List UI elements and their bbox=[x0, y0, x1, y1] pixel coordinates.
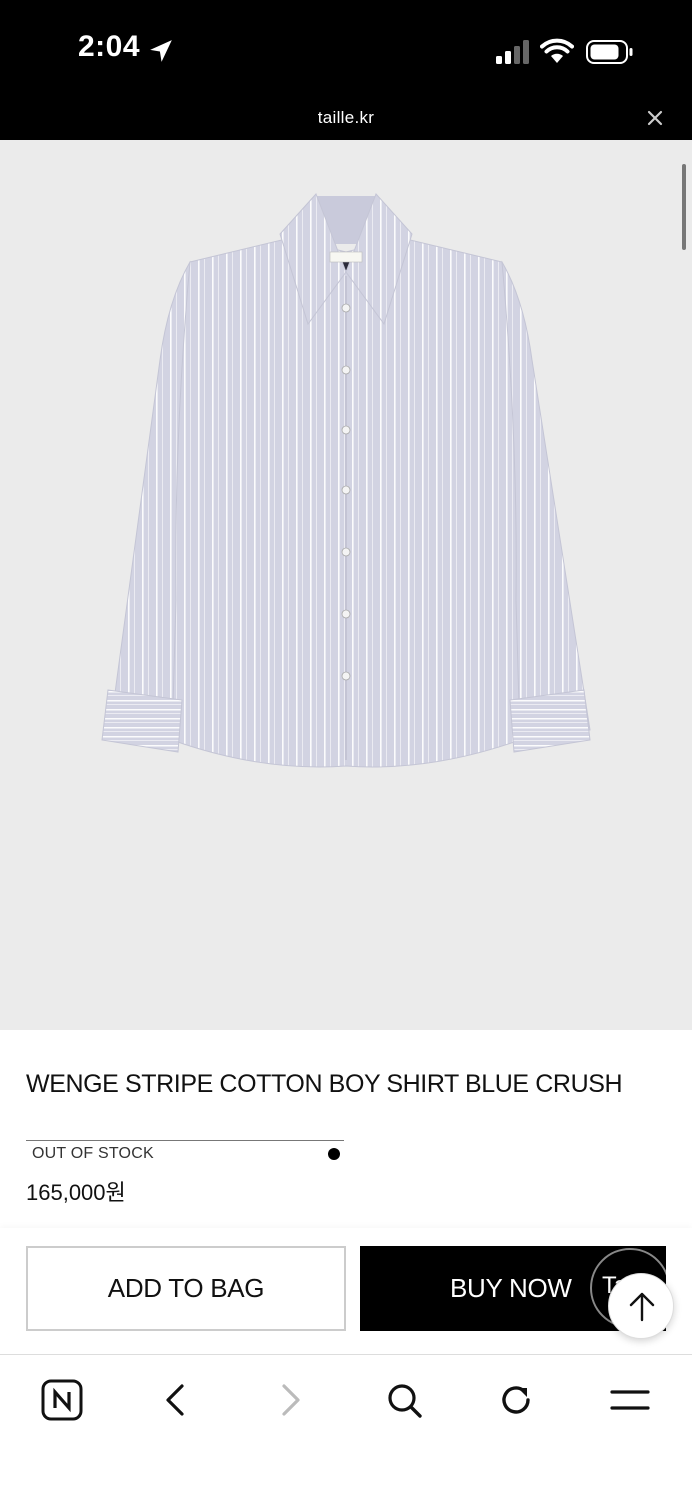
location-arrow-icon bbox=[150, 40, 172, 62]
refresh-icon bbox=[502, 1386, 530, 1414]
status-time: 2:04 bbox=[78, 30, 141, 63]
naver-home-icon bbox=[41, 1379, 83, 1421]
back-icon bbox=[166, 1384, 184, 1416]
menu-button[interactable] bbox=[600, 1375, 660, 1425]
url-bar: taille.kr bbox=[0, 100, 692, 140]
scroll-to-top-button[interactable] bbox=[608, 1273, 674, 1339]
forward-button[interactable] bbox=[260, 1375, 320, 1425]
battery-icon bbox=[586, 40, 633, 64]
search-button[interactable] bbox=[374, 1375, 434, 1425]
scroll-indicator[interactable] bbox=[682, 164, 686, 250]
product-image[interactable] bbox=[0, 140, 692, 1030]
close-icon[interactable] bbox=[644, 107, 666, 129]
wifi-icon bbox=[540, 38, 574, 63]
status-bar: 2:04 bbox=[0, 0, 692, 100]
refresh-button[interactable] bbox=[486, 1375, 546, 1425]
product-price: 165,000원 bbox=[26, 1180, 126, 1205]
search-icon bbox=[388, 1384, 422, 1418]
forward-icon bbox=[282, 1384, 300, 1416]
back-button[interactable] bbox=[146, 1375, 206, 1425]
shirt-image bbox=[101, 193, 591, 768]
naver-home-button[interactable] bbox=[32, 1375, 92, 1425]
browser-toolbar bbox=[0, 1354, 692, 1500]
menu-icon bbox=[610, 1390, 650, 1410]
stock-status: OUT OF STOCK bbox=[32, 1145, 154, 1162]
product-title: WENGE STRIPE COTTON BOY SHIRT BLUE CRUSH bbox=[26, 1070, 623, 1098]
add-to-bag-button[interactable]: ADD TO BAG bbox=[26, 1246, 346, 1331]
divider bbox=[26, 1140, 344, 1141]
url-domain[interactable]: taille.kr bbox=[0, 108, 692, 128]
cellular-signal-icon bbox=[496, 40, 529, 64]
color-swatch[interactable] bbox=[328, 1148, 340, 1160]
arrow-up-icon bbox=[629, 1292, 655, 1322]
